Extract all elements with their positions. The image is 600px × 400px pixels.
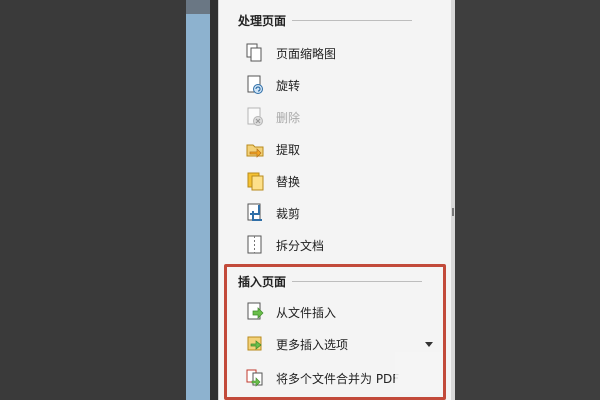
side-blue-strip <box>186 14 210 400</box>
background-left <box>0 0 186 400</box>
delete-item[interactable]: 删除 <box>244 105 444 129</box>
background-right <box>455 0 600 400</box>
section-title-label: 处理页面 <box>238 14 287 28</box>
extract-item[interactable]: 提取 <box>244 137 444 161</box>
crop-item[interactable]: 裁剪 <box>244 201 444 225</box>
panel-gap <box>210 0 218 400</box>
scroll-track-top <box>186 0 210 14</box>
crop-icon <box>244 202 266 224</box>
page-thumbnails-icon <box>244 42 266 64</box>
replace-icon <box>244 170 266 192</box>
crop-label: 裁剪 <box>276 206 301 221</box>
rotate-label: 旋转 <box>276 78 301 93</box>
rotate-icon <box>244 74 266 96</box>
rotate-item[interactable]: 旋转 <box>244 73 444 97</box>
page-thumbnails-label: 页面缩略图 <box>276 46 337 61</box>
panel-edge <box>451 0 455 400</box>
split-document-item[interactable]: 拆分文档 <box>244 233 444 257</box>
replace-item[interactable]: 替换 <box>244 169 444 193</box>
split-document-label: 拆分文档 <box>276 238 325 253</box>
section-title-process-pages: 处理页面 <box>238 12 413 29</box>
split-document-icon <box>244 234 266 256</box>
extract-label: 提取 <box>276 142 301 157</box>
extract-icon <box>244 138 266 160</box>
page-thumbnails-item[interactable]: 页面缩略图 <box>244 41 444 65</box>
section-divider <box>292 20 413 21</box>
highlight-box <box>224 264 446 400</box>
replace-label: 替换 <box>276 174 301 189</box>
delete-icon <box>244 106 266 128</box>
delete-label: 删除 <box>276 110 301 125</box>
resize-handle[interactable] <box>452 208 454 216</box>
